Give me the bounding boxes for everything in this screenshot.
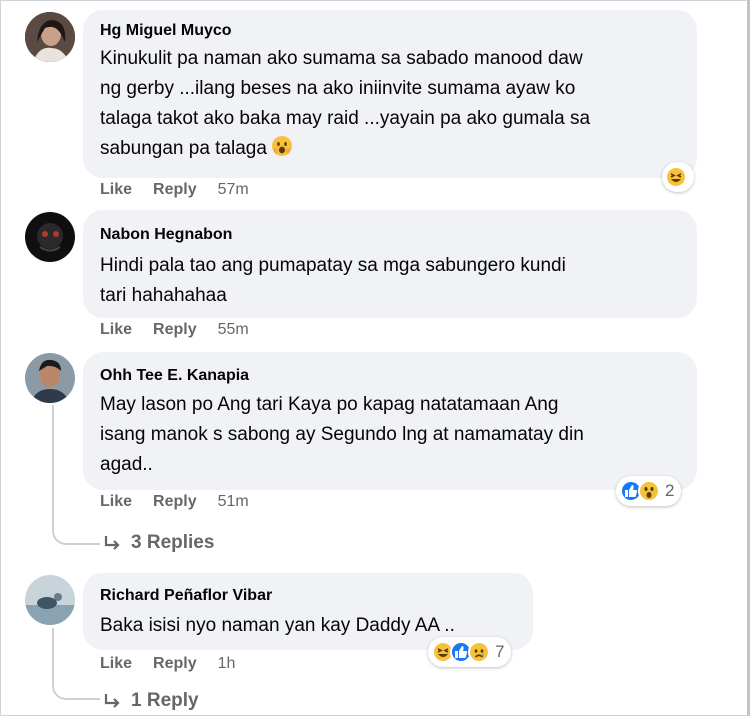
reply-arrow-icon bbox=[104, 536, 120, 550]
sad-icon bbox=[468, 641, 490, 663]
like-button[interactable]: Like bbox=[100, 655, 132, 673]
thread-line bbox=[52, 628, 54, 678]
reply-button[interactable]: Reply bbox=[153, 181, 197, 199]
like-button[interactable]: Like bbox=[100, 181, 132, 199]
face-with-open-mouth-icon bbox=[271, 135, 293, 167]
like-button[interactable]: Like bbox=[100, 321, 132, 339]
thread-line bbox=[52, 520, 100, 545]
reply-arrow-icon bbox=[104, 694, 120, 708]
avatar[interactable] bbox=[25, 575, 75, 625]
reaction-count: 2 bbox=[665, 481, 675, 500]
reaction-summary[interactable]: 2 bbox=[616, 476, 682, 506]
comment-actions: Like Reply 1h bbox=[100, 655, 256, 673]
comment-text: May lason po Ang tari Kaya po kapag nata… bbox=[100, 394, 584, 475]
comment-author[interactable]: Hg Miguel Muyco bbox=[100, 22, 232, 40]
comment-author[interactable]: Ohh Tee E. Kanapia bbox=[100, 367, 249, 385]
comment-text: Hindi pala tao ang pumapatay sa mga sabu… bbox=[100, 255, 566, 306]
avatar[interactable] bbox=[25, 12, 75, 62]
like-button[interactable]: Like bbox=[100, 493, 132, 511]
thread-line bbox=[52, 678, 100, 700]
comment-author[interactable]: Nabon Hegnabon bbox=[100, 226, 232, 244]
comment-timestamp[interactable]: 57m bbox=[218, 181, 249, 199]
haha-icon bbox=[665, 166, 687, 188]
comment-timestamp[interactable]: 51m bbox=[218, 493, 249, 511]
comment-actions: Like Reply 51m bbox=[100, 493, 270, 511]
wow-icon bbox=[638, 480, 660, 502]
comment-actions: Like Reply 55m bbox=[100, 321, 270, 339]
comment-author[interactable]: Richard Peñaflor Vibar bbox=[100, 587, 272, 605]
view-replies-link[interactable]: 3 Replies bbox=[103, 532, 214, 554]
avatar[interactable] bbox=[25, 353, 75, 403]
view-replies-link[interactable]: 1 Reply bbox=[103, 690, 199, 712]
avatar[interactable] bbox=[25, 212, 75, 262]
thread-line bbox=[52, 405, 54, 520]
reaction-summary[interactable]: 7 bbox=[428, 637, 512, 667]
reply-button[interactable]: Reply bbox=[153, 493, 197, 511]
replies-count-label[interactable]: 1 Reply bbox=[131, 690, 199, 712]
reply-button[interactable]: Reply bbox=[153, 655, 197, 673]
comment-timestamp[interactable]: 55m bbox=[218, 321, 249, 339]
comment-actions: Like Reply 57m bbox=[100, 181, 270, 199]
reaction-count: 7 bbox=[495, 642, 505, 661]
reply-button[interactable]: Reply bbox=[153, 321, 197, 339]
comment-timestamp[interactable]: 1h bbox=[218, 655, 236, 673]
comment-text: Kinukulit pa naman ako sumama sa sabado … bbox=[100, 44, 690, 167]
replies-count-label[interactable]: 3 Replies bbox=[131, 532, 214, 554]
reaction-summary[interactable] bbox=[662, 162, 694, 192]
